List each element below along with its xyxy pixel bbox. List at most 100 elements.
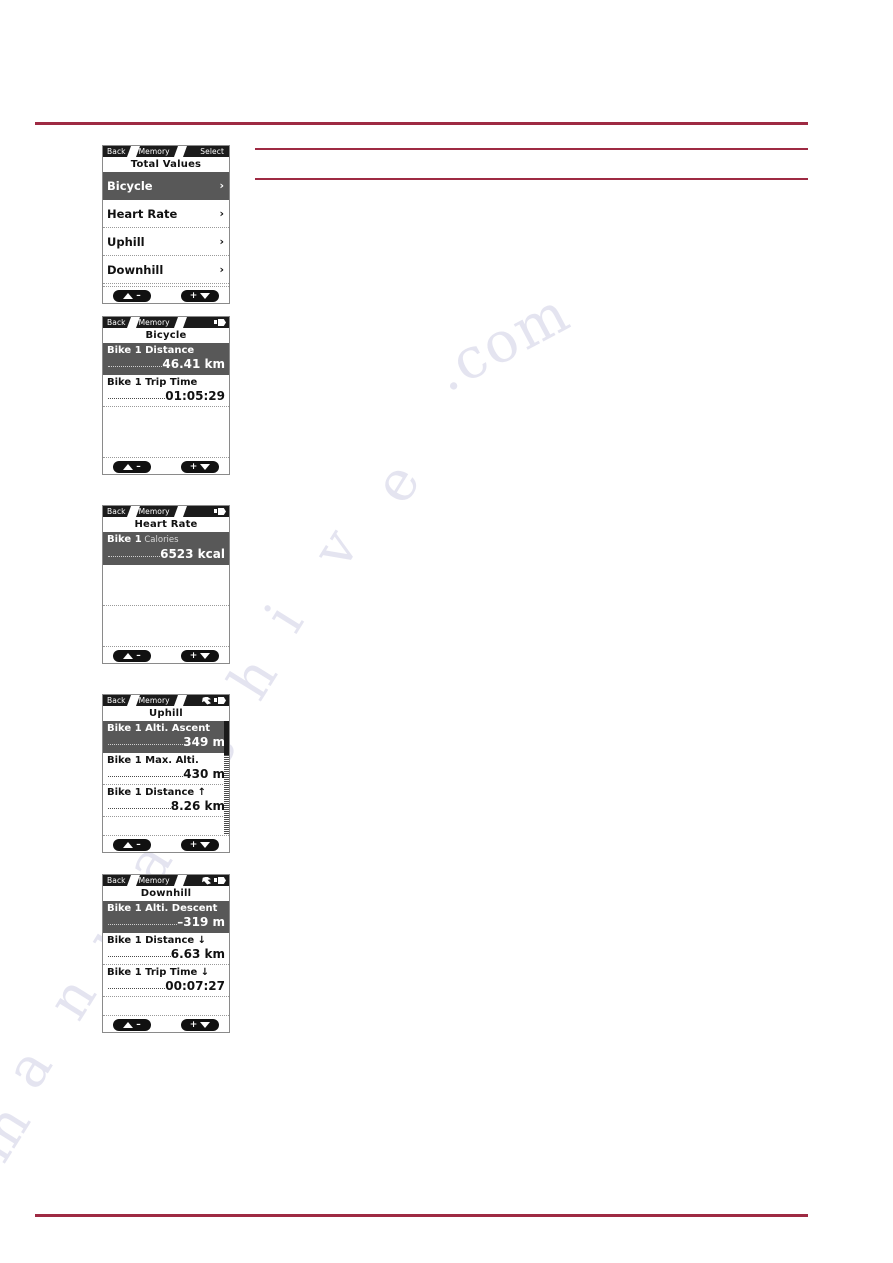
- scroll-down-button[interactable]: +: [181, 650, 219, 662]
- chevron-right-icon: ›: [219, 207, 224, 220]
- device-screen-downhill: Back Memory Downhill Bike 1 Alti. Descent –3…: [102, 874, 230, 1033]
- chevron-right-icon: ›: [219, 235, 224, 248]
- value-row[interactable]: Bike 1 Calories 6523 kcal: [103, 532, 229, 565]
- plus-label: +: [189, 840, 198, 850]
- value-row[interactable]: Bike 1 Distance ↓ 6.63 km: [103, 933, 229, 965]
- battery-icon: [214, 319, 227, 326]
- softkey-memory-label[interactable]: Memory: [136, 695, 173, 706]
- scroll-up-button[interactable]: –: [113, 839, 151, 851]
- scroll-down-button[interactable]: +: [181, 461, 219, 473]
- device-screen-heart-rate: Back Memory Heart Rate Bike 1 Calories 6523 …: [102, 505, 230, 664]
- battery-icon: [214, 508, 227, 515]
- menu-item-heart-rate[interactable]: Heart Rate ›: [103, 200, 229, 228]
- screen-title: Heart Rate: [103, 517, 229, 532]
- scroll-up-button[interactable]: –: [113, 461, 151, 473]
- value-row-readout: –319 m: [107, 915, 225, 929]
- value-row-readout: 00:07:27: [107, 979, 225, 993]
- softkey-memory-label[interactable]: Memory: [136, 506, 173, 517]
- value-row[interactable]: Bike 1 Max. Alti. 430 m: [103, 753, 229, 785]
- status-bar-notch: [173, 317, 188, 328]
- screen-body: Bike 1 Calories 6523 kcal: [103, 532, 229, 647]
- empty-value-row: [103, 407, 229, 459]
- status-bar: Back Memory: [103, 875, 229, 886]
- triangle-up-icon: [123, 842, 134, 848]
- menu-item-uphill[interactable]: Uphill ›: [103, 228, 229, 256]
- vertical-scrollbar[interactable]: [224, 721, 229, 835]
- softkey-select-label[interactable]: Select: [197, 146, 227, 157]
- screen-title: Downhill: [103, 886, 229, 901]
- value-row-readout: 6.63 km: [107, 947, 225, 961]
- softkey-bar: – +: [103, 286, 229, 303]
- value-row-value: –319 m: [177, 915, 225, 929]
- minus-label: –: [136, 840, 141, 850]
- value-row-label: Bike 1 Max. Alti.: [107, 755, 199, 766]
- leader-dots: [108, 949, 171, 957]
- page-rule-bottom: [35, 1214, 808, 1217]
- scrollbar-thumb[interactable]: [224, 721, 229, 755]
- menu-item-bicycle[interactable]: Bicycle ›: [103, 172, 229, 200]
- menu-item-label: Downhill: [107, 262, 164, 277]
- value-row-value: 6.63 km: [170, 947, 225, 961]
- menu-item-label: Uphill: [107, 234, 145, 249]
- softkey-bar: – +: [103, 457, 229, 474]
- value-row-label: Bike 1 Distance ↓: [107, 935, 207, 946]
- menu-item-downhill[interactable]: Downhill ›: [103, 256, 229, 284]
- status-bar: Back Memory: [103, 317, 229, 328]
- value-row-value: 430 m: [183, 767, 225, 781]
- scroll-up-button[interactable]: –: [113, 1019, 151, 1031]
- value-row[interactable]: Bike 1 Alti. Descent –319 m: [103, 901, 229, 933]
- softkey-memory-label[interactable]: Memory: [136, 875, 173, 886]
- screen-body: Bicycle › Heart Rate › Uphill › Downhill ›: [103, 172, 229, 286]
- value-row[interactable]: Bike 1 Distance 46.41 km: [103, 343, 229, 375]
- status-bar-icons: [202, 696, 227, 705]
- value-row-value: 349 m: [183, 735, 225, 749]
- triangle-down-icon: [200, 653, 211, 659]
- minus-label: –: [136, 1020, 141, 1030]
- battery-icon: [214, 877, 227, 884]
- leader-dots: [108, 917, 178, 925]
- value-row-sublabel: Calories: [141, 535, 179, 545]
- device-screen-uphill: Back Memory Uphill Bike 1 Alti. Ascent 349 m…: [102, 694, 230, 853]
- status-bar-icons: [214, 508, 227, 515]
- value-row[interactable]: Bike 1 Distance ↑ 8.26 km: [103, 785, 229, 817]
- triangle-down-icon: [200, 1022, 211, 1028]
- leader-dots: [108, 769, 184, 777]
- triangle-down-icon: [200, 842, 211, 848]
- value-row-label: Bike 1 Calories: [107, 534, 179, 545]
- value-row-readout: 349 m: [107, 735, 225, 749]
- scroll-down-button[interactable]: +: [181, 290, 219, 302]
- chevron-right-icon: ›: [219, 179, 224, 192]
- value-row[interactable]: Bike 1 Alti. Ascent 349 m: [103, 721, 229, 753]
- status-bar-notch: [173, 875, 188, 886]
- plus-label: +: [189, 291, 198, 301]
- value-row-value: 00:07:27: [165, 979, 225, 993]
- softkey-back-label[interactable]: Back: [104, 875, 129, 886]
- softkey-back-label[interactable]: Back: [104, 695, 129, 706]
- softkey-memory-label[interactable]: Memory: [136, 317, 173, 328]
- device-screen-total-values: Back Memory Select Total Values Bicycle › Hear…: [102, 145, 230, 304]
- softkey-back-label[interactable]: Back: [104, 317, 129, 328]
- sensor-icon: [202, 696, 211, 705]
- value-row-label: Bike 1 Distance: [107, 345, 195, 356]
- status-bar-icons: [214, 319, 227, 326]
- softkey-bar: – +: [103, 646, 229, 663]
- menu-item-label: Heart Rate: [107, 206, 178, 221]
- screen-body: Bike 1 Distance 46.41 km Bike 1 Trip Time 0…: [103, 343, 229, 459]
- screen-title: Uphill: [103, 706, 229, 721]
- softkey-back-label[interactable]: Back: [104, 146, 129, 157]
- scroll-down-button[interactable]: +: [181, 1019, 219, 1031]
- scroll-up-button[interactable]: –: [113, 650, 151, 662]
- leader-dots: [108, 737, 184, 745]
- softkey-back-label[interactable]: Back: [104, 506, 129, 517]
- minus-label: –: [136, 291, 141, 301]
- chevron-right-icon: ›: [219, 263, 224, 276]
- leader-dots: [108, 549, 161, 557]
- softkey-memory-label[interactable]: Memory: [136, 146, 173, 157]
- empty-value-row: [103, 565, 229, 606]
- screen-body: Bike 1 Alti. Descent –319 m Bike 1 Distanc…: [103, 901, 229, 1015]
- status-bar: Back Memory: [103, 695, 229, 706]
- value-row[interactable]: Bike 1 Trip Time 01:05:29: [103, 375, 229, 407]
- value-row[interactable]: Bike 1 Trip Time ↓ 00:07:27: [103, 965, 229, 997]
- scroll-down-button[interactable]: +: [181, 839, 219, 851]
- scroll-up-button[interactable]: –: [113, 290, 151, 302]
